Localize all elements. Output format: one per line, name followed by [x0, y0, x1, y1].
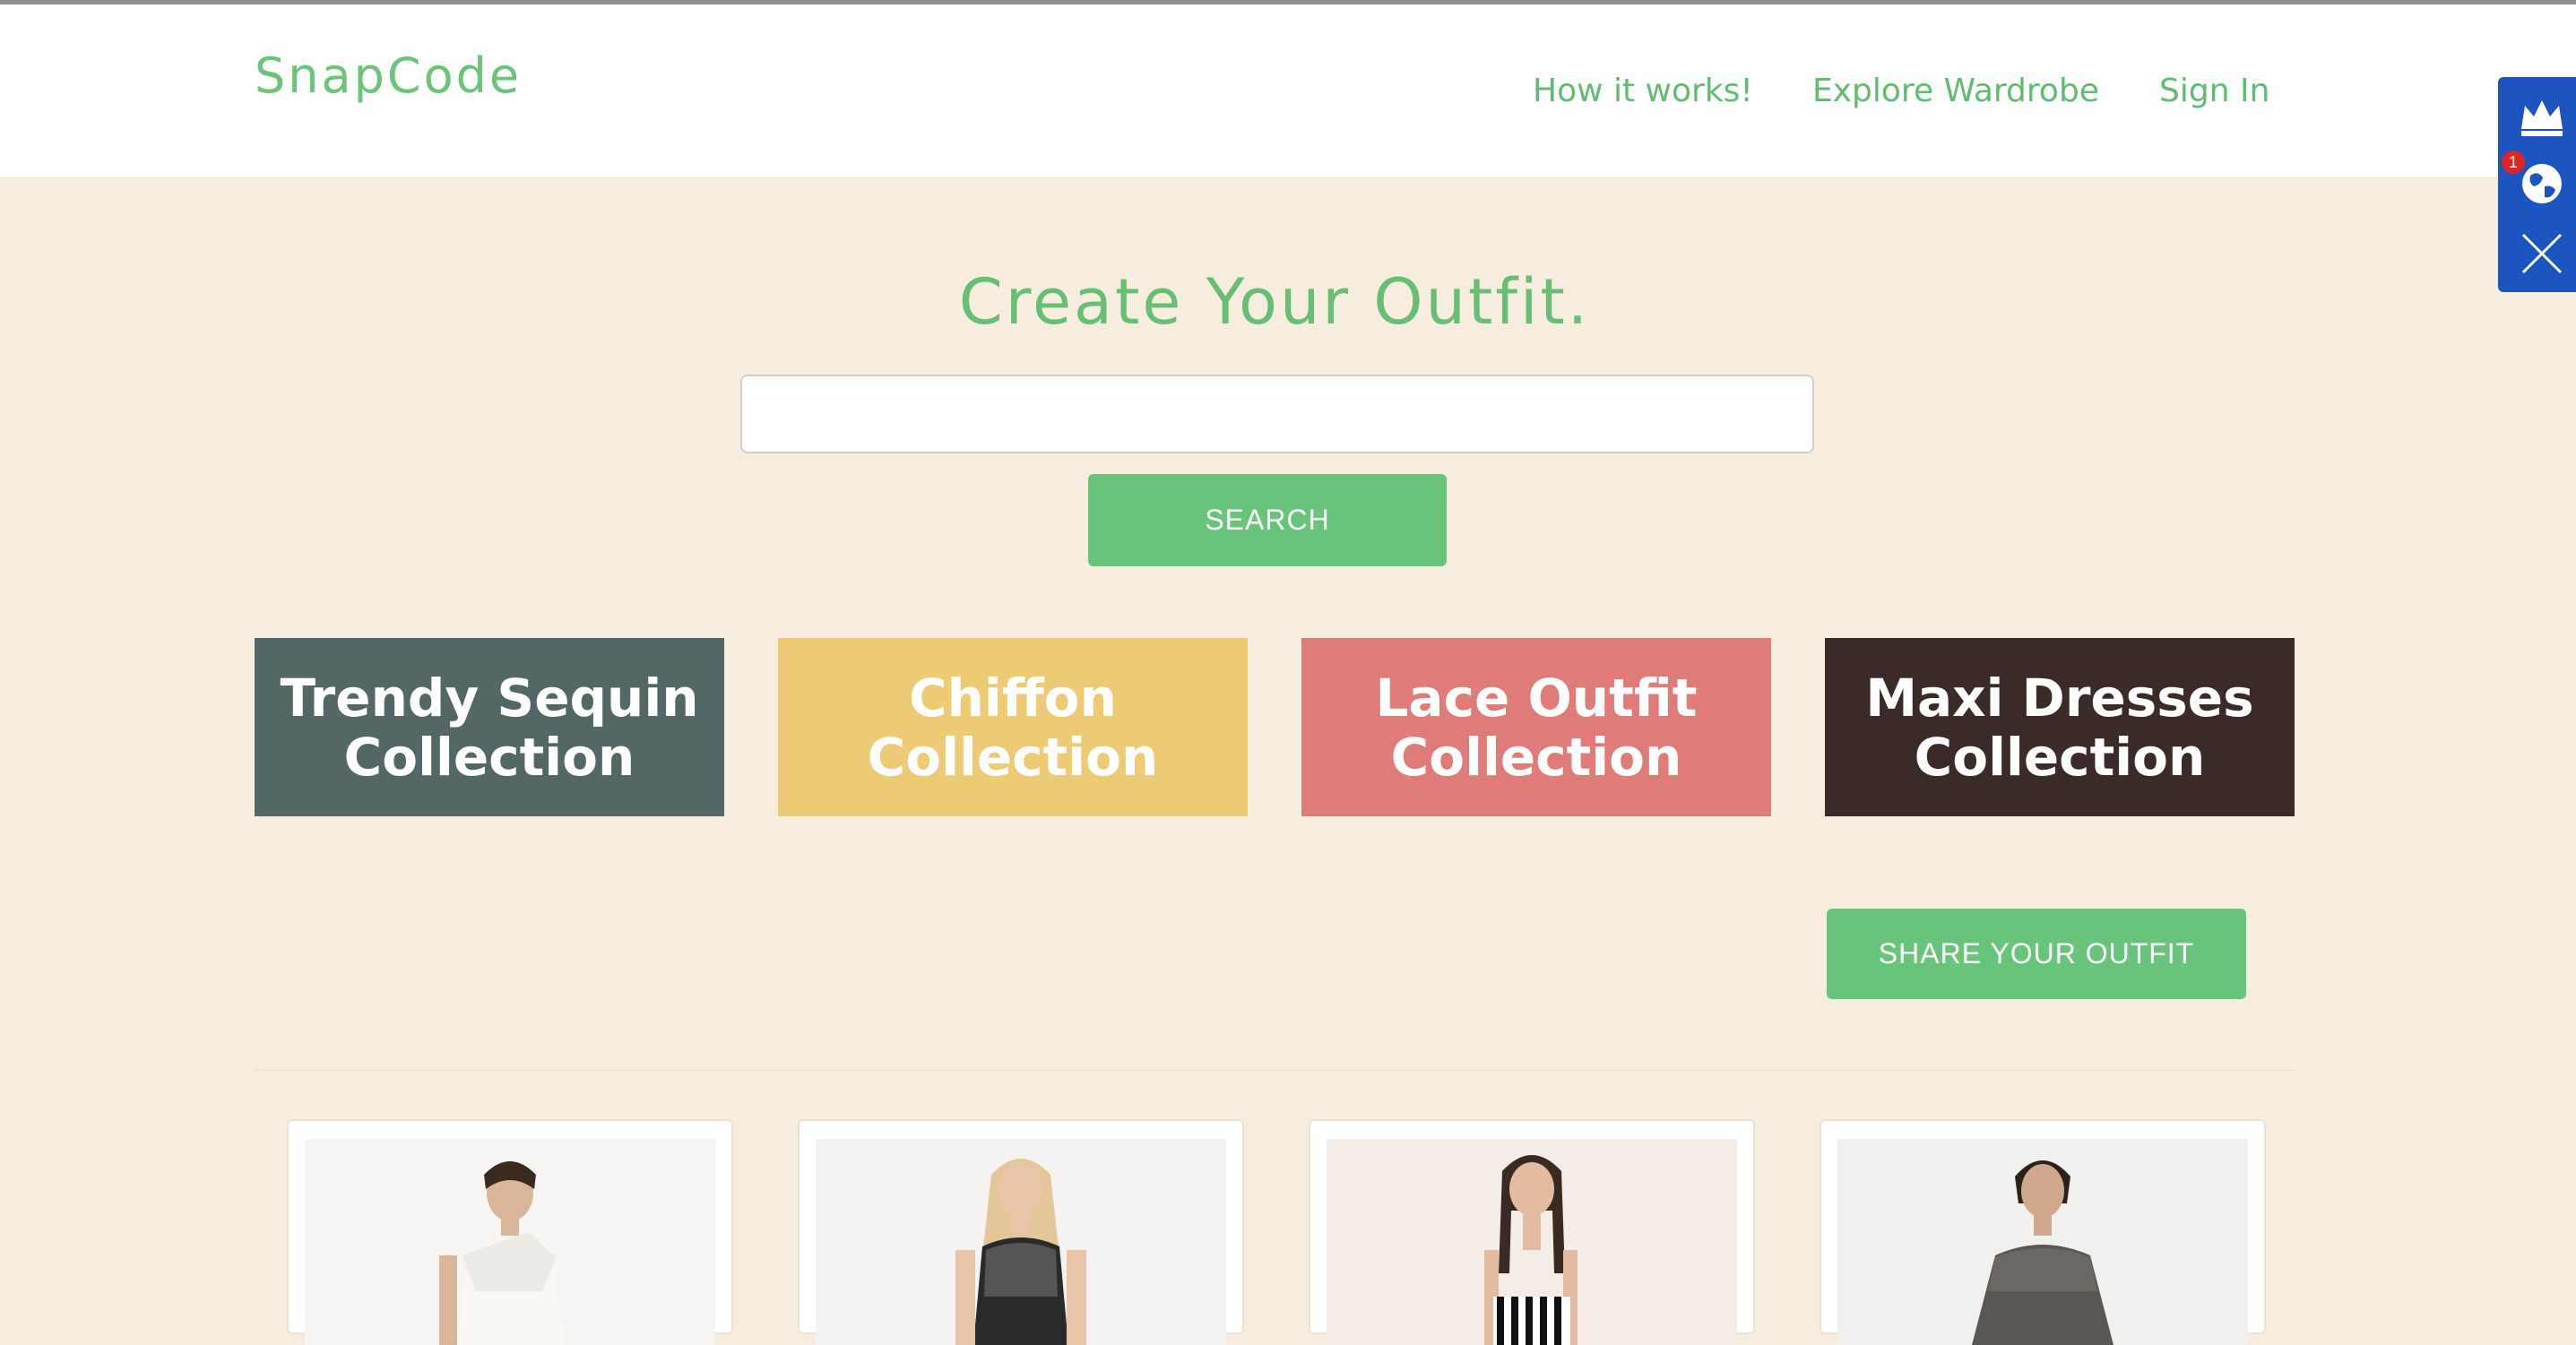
- share-outfit-button[interactable]: SHARE YOUR OUTFIT: [1827, 909, 2246, 999]
- nav-sign-in[interactable]: Sign In: [2159, 73, 2269, 109]
- search-input[interactable]: [740, 375, 1814, 453]
- section-divider: [255, 1069, 2295, 1071]
- product-card[interactable]: [1309, 1119, 1755, 1345]
- product-card[interactable]: [1820, 1119, 2266, 1345]
- site-logo[interactable]: SnapCode: [255, 47, 522, 104]
- close-icon[interactable]: [2518, 229, 2566, 278]
- globe-icon[interactable]: [2518, 160, 2566, 208]
- side-widget: 1: [2498, 77, 2576, 292]
- product-image-grey-sweater[interactable]: [1837, 1139, 2248, 1345]
- collection-chiffon[interactable]: Chiffon Collection: [778, 638, 1248, 816]
- product-image-striped-top[interactable]: [1327, 1139, 1737, 1345]
- collection-maxi-dresses[interactable]: Maxi Dresses Collection: [1825, 638, 2295, 816]
- site-header: SnapCode How it works! Explore Wardrobe …: [0, 4, 2576, 177]
- collection-trendy-sequin[interactable]: Trendy Sequin Collection: [255, 638, 724, 816]
- product-image-black-lace-dress[interactable]: [816, 1139, 1226, 1345]
- nav-how-it-works[interactable]: How it works!: [1533, 73, 1753, 109]
- page-title: Create Your Outfit.: [958, 265, 1591, 339]
- crown-icon[interactable]: [2518, 93, 2566, 142]
- product-image-white-dress[interactable]: [305, 1139, 715, 1345]
- collection-lace-outfit[interactable]: Lace Outfit Collection: [1301, 638, 1771, 816]
- product-card[interactable]: [287, 1119, 733, 1345]
- nav-explore-wardrobe[interactable]: Explore Wardrobe: [1812, 73, 2099, 109]
- search-button[interactable]: SEARCH: [1088, 474, 1447, 566]
- notification-badge: 1: [2502, 151, 2525, 174]
- product-card[interactable]: [798, 1119, 1244, 1345]
